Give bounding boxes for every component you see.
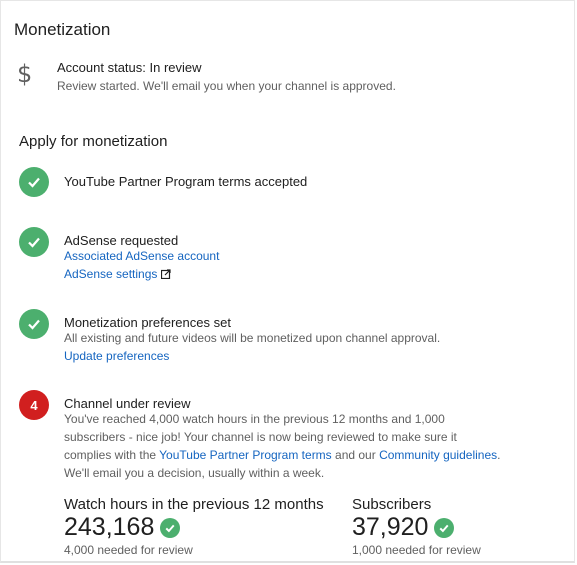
step-monetization-preferences: Monetization preferences set bbox=[64, 315, 231, 330]
account-status: Account status: In review bbox=[57, 60, 202, 75]
associated-adsense-link[interactable]: Associated AdSense account bbox=[64, 249, 219, 263]
adsense-links: Associated AdSense account AdSense setti… bbox=[64, 247, 219, 284]
watch-hours-value: 243,168 bbox=[64, 513, 155, 541]
step-number-badge: 4 bbox=[19, 390, 49, 420]
update-preferences-link[interactable]: Update preferences bbox=[64, 349, 169, 363]
checkmark-icon bbox=[160, 517, 181, 538]
review-line-2: subscribers - nice job! Your channel is … bbox=[64, 430, 457, 444]
review-line-3-mid: and our bbox=[331, 448, 380, 462]
checkmark-icon bbox=[19, 227, 49, 257]
step-channel-review: Channel under review bbox=[64, 396, 191, 411]
ypp-terms-link[interactable]: YouTube Partner Program terms bbox=[159, 448, 332, 462]
dollar-icon: $ bbox=[17, 60, 33, 88]
apply-section-title: Apply for monetization bbox=[19, 133, 168, 150]
watch-hours-note: 4,000 needed for review bbox=[64, 543, 193, 557]
subscribers-value: 37,920 bbox=[352, 513, 429, 541]
watch-hours-label: Watch hours in the previous 12 months bbox=[64, 496, 324, 513]
community-guidelines-link[interactable]: Community guidelines bbox=[379, 448, 497, 462]
review-line-3-suffix: . bbox=[497, 448, 501, 462]
review-line-3-prefix: complies with the bbox=[64, 448, 160, 462]
subscribers-label: Subscribers bbox=[352, 496, 432, 513]
adsense-settings-label: AdSense settings bbox=[64, 267, 158, 281]
watch-hours-value-row: 243,168 bbox=[64, 513, 181, 542]
page-title: Monetization bbox=[14, 20, 111, 39]
step-ypp-terms: YouTube Partner Program terms accepted bbox=[64, 174, 308, 189]
subscribers-note: 1,000 needed for review bbox=[352, 543, 481, 557]
checkmark-icon bbox=[19, 167, 49, 197]
adsense-settings-link[interactable]: AdSense settings bbox=[64, 266, 172, 284]
checkmark-icon bbox=[19, 309, 49, 339]
account-status-subtitle: Review started. We'll email you when you… bbox=[57, 79, 396, 93]
preferences-description-block: All existing and future videos will be m… bbox=[64, 329, 440, 365]
channel-review-description: You've reached 4,000 watch hours in the … bbox=[64, 410, 500, 482]
checkmark-icon bbox=[434, 517, 455, 538]
external-link-icon bbox=[161, 266, 172, 284]
step-adsense: AdSense requested bbox=[64, 233, 179, 248]
review-line-1: You've reached 4,000 watch hours in the … bbox=[64, 412, 445, 426]
preferences-description: All existing and future videos will be m… bbox=[64, 331, 441, 345]
review-line-4: We'll email you a decision, usually with… bbox=[64, 466, 325, 480]
subscribers-value-row: 37,920 bbox=[352, 513, 455, 542]
